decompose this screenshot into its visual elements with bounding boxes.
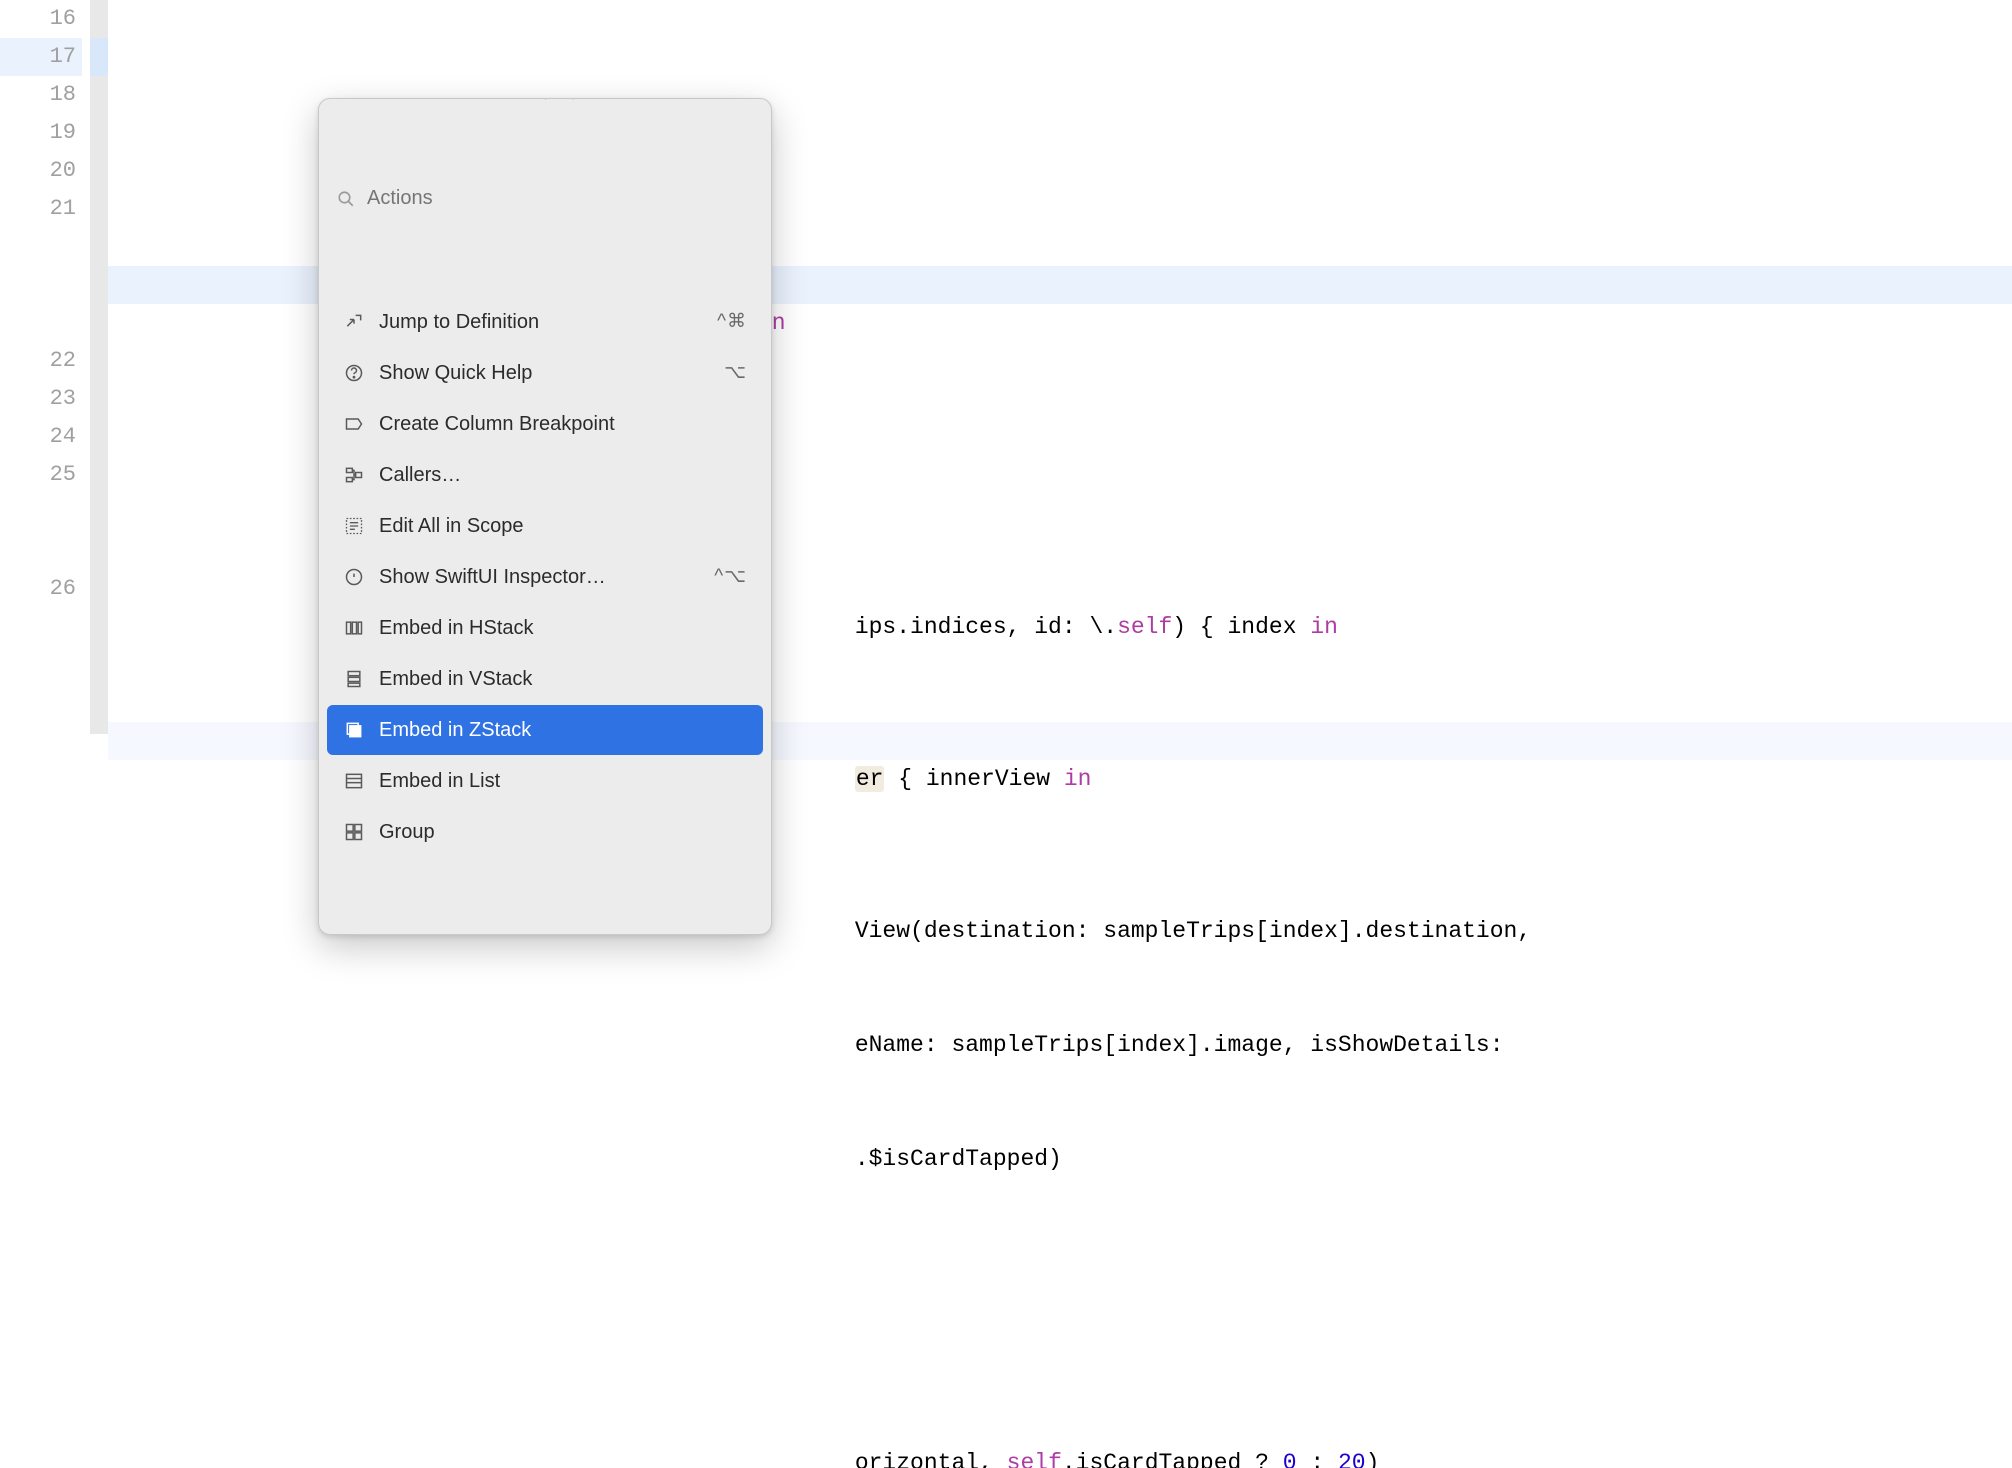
menu-item-label: Embed in ZStack — [379, 711, 531, 749]
menu-item-label: Embed in HStack — [379, 609, 534, 647]
line-number: 25 — [0, 456, 82, 570]
inspector-icon — [343, 566, 365, 588]
gutter: 16 17 18 19 20 21 22 23 24 25 26 — [0, 0, 90, 734]
actions-popover: Jump to Definition ^⌘ Show Quick Help ⌥ Crea… — [318, 98, 772, 935]
code-line — [108, 1254, 2012, 1292]
group-icon — [343, 821, 365, 843]
menu-item-inspector[interactable]: Show SwiftUI Inspector… ^⌥ — [327, 552, 763, 602]
menu-item-label: Create Column Breakpoint — [379, 405, 615, 443]
menu-item-label: Jump to Definition — [379, 303, 539, 341]
breakpoint-icon — [343, 413, 365, 435]
actions-search-input[interactable] — [367, 187, 755, 210]
line-number: 24 — [0, 418, 82, 456]
code-area[interactable]: var body: some View { GeometryReader { o… — [108, 0, 2012, 734]
code-line: orizontal, self.isCardTapped ? 0 : 20) — [108, 1406, 2012, 1444]
fold-ribbon[interactable] — [90, 0, 108, 734]
menu-item-label: Group — [379, 813, 435, 851]
list-icon — [343, 770, 365, 792]
line-number: 21 — [0, 190, 82, 342]
menu-item-jump[interactable]: Jump to Definition ^⌘ — [327, 297, 763, 347]
menu-item-list[interactable]: Embed in List — [327, 756, 763, 806]
hstack-icon — [343, 617, 365, 639]
menu-item-shortcut: ^⌘ — [717, 303, 747, 341]
line-number: 19 — [0, 114, 82, 152]
menu-item-zstack[interactable]: Embed in ZStack — [327, 705, 763, 755]
menu-item-label: Show Quick Help — [379, 354, 532, 392]
line-number: 20 — [0, 152, 82, 190]
menu-item-hstack[interactable]: Embed in HStack — [327, 603, 763, 653]
line-number: 23 — [0, 380, 82, 418]
menu-item-label: Show SwiftUI Inspector… — [379, 558, 606, 596]
menu-item-group[interactable]: Group — [327, 807, 763, 857]
jump-icon — [343, 311, 365, 333]
line-number: 22 — [0, 342, 82, 380]
menu-item-vstack[interactable]: Embed in VStack — [327, 654, 763, 704]
help-icon — [343, 362, 365, 384]
menu-item-label: Callers… — [379, 456, 461, 494]
menu-item-label: Embed in List — [379, 762, 500, 800]
line-number: 17 — [0, 38, 82, 76]
zstack-icon — [343, 719, 365, 741]
vstack-icon — [343, 668, 365, 690]
menu-item-callers[interactable]: Callers… — [327, 450, 763, 500]
menu-item-shortcut: ^⌥ — [714, 558, 747, 596]
editall-icon — [343, 515, 365, 537]
menu-item-shortcut: ⌥ — [724, 354, 747, 392]
line-number: 16 — [0, 0, 82, 38]
menu-item-label: Edit All in Scope — [379, 507, 524, 545]
menu-item-breakpoint[interactable]: Create Column Breakpoint — [327, 399, 763, 449]
line-number: 26 — [0, 570, 82, 608]
code-line: eName: sampleTrips[index].image, isShowD… — [108, 988, 2012, 1026]
search-icon — [335, 188, 357, 210]
menu-item-editall[interactable]: Edit All in Scope — [327, 501, 763, 551]
line-number: 18 — [0, 76, 82, 114]
callers-icon — [343, 464, 365, 486]
menu-item-help[interactable]: Show Quick Help ⌥ — [327, 348, 763, 398]
menu-item-label: Embed in VStack — [379, 660, 532, 698]
code-editor: 16 17 18 19 20 21 22 23 24 25 26 var bod… — [0, 0, 2012, 734]
code-line: .$isCardTapped) — [108, 1102, 2012, 1140]
actions-search-row — [319, 175, 771, 220]
